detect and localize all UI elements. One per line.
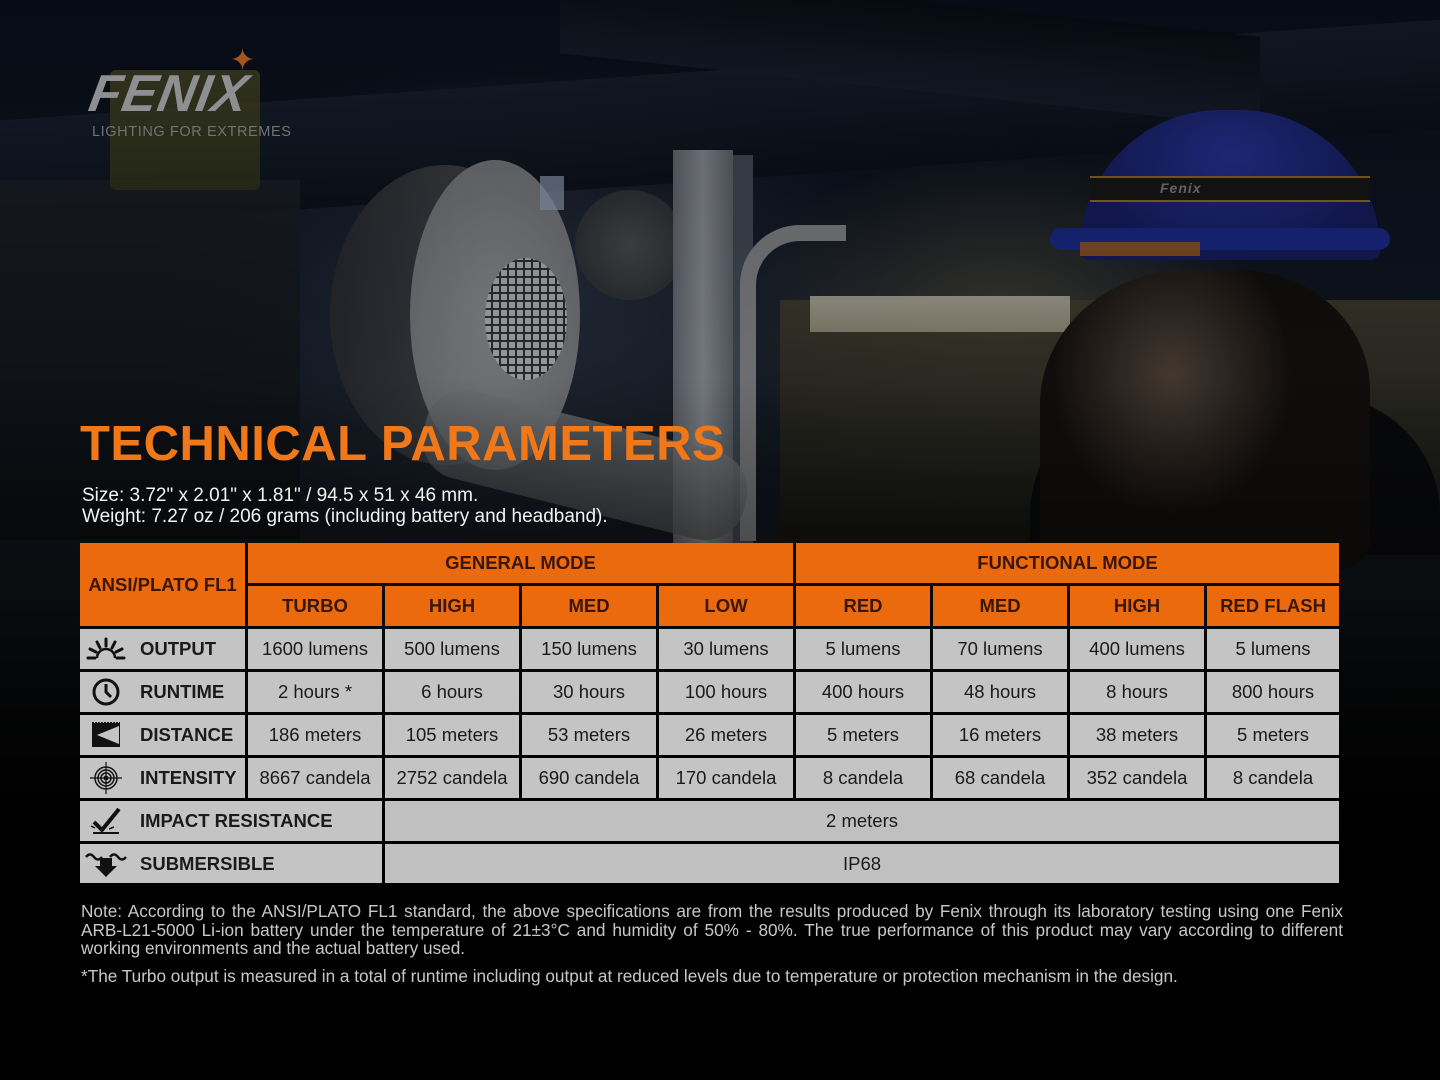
table-cell: 1600 lumens bbox=[248, 629, 382, 669]
mode-header: TURBO bbox=[248, 586, 382, 626]
row-label-text: DISTANCE bbox=[140, 724, 234, 745]
clock-icon bbox=[84, 675, 128, 709]
table-cell: 8667 candela bbox=[248, 758, 382, 798]
table-cell: 800 hours bbox=[1207, 672, 1339, 712]
table-cell: 8 candela bbox=[796, 758, 930, 798]
mode-header: RED FLASH bbox=[1207, 586, 1339, 626]
weight-spec: Weight: 7.27 oz / 206 grams (including b… bbox=[82, 506, 608, 527]
table-cell: 16 meters bbox=[933, 715, 1067, 755]
table-cell: 500 lumens bbox=[385, 629, 519, 669]
mode-header: LOW bbox=[659, 586, 793, 626]
mode-header: HIGH bbox=[1070, 586, 1204, 626]
logo-wordmark: FENIX bbox=[84, 65, 254, 123]
table-cell: 400 hours bbox=[796, 672, 930, 712]
span-cell: IP68 bbox=[385, 844, 1339, 883]
table-cell: 150 lumens bbox=[522, 629, 656, 669]
table-cell: 100 hours bbox=[659, 672, 793, 712]
span-cell: 2 meters bbox=[385, 801, 1339, 841]
table-cell: 5 lumens bbox=[796, 629, 930, 669]
table-cell: 6 hours bbox=[385, 672, 519, 712]
brand-logo: ✦ FENIX LIGHTING FOR EXTREMES bbox=[85, 46, 291, 141]
row-label-output: OUTPUT bbox=[80, 629, 245, 669]
beam-distance-icon bbox=[84, 718, 128, 752]
table-cell: 48 hours bbox=[933, 672, 1067, 712]
mode-header: HIGH bbox=[385, 586, 519, 626]
logo-tagline: LIGHTING FOR EXTREMES bbox=[92, 124, 292, 140]
table-cell: 30 lumens bbox=[659, 629, 793, 669]
submersible-arrow-icon bbox=[84, 847, 128, 881]
row-label-distance: DISTANCE bbox=[80, 715, 245, 755]
row-label-text: IMPACT RESISTANCE bbox=[140, 810, 333, 831]
table-cell: 30 hours bbox=[522, 672, 656, 712]
size-spec: Size: 3.72" x 2.01" x 1.81" / 94.5 x 51 … bbox=[82, 485, 479, 506]
table-cell: 2752 candela bbox=[385, 758, 519, 798]
table-cell: 5 meters bbox=[796, 715, 930, 755]
table-cell: 5 lumens bbox=[1207, 629, 1339, 669]
mode-header: MED bbox=[933, 586, 1067, 626]
row-label-text: SUBMERSIBLE bbox=[140, 852, 275, 874]
table-cell: 400 lumens bbox=[1070, 629, 1204, 669]
row-label-intensity: INTENSITY bbox=[80, 758, 245, 798]
target-icon bbox=[84, 761, 128, 795]
page-title: TECHNICAL PARAMETERS bbox=[80, 417, 726, 471]
mode-header: RED bbox=[796, 586, 930, 626]
table-cell: 70 lumens bbox=[933, 629, 1067, 669]
row-label-text: INTENSITY bbox=[140, 767, 237, 788]
mode-header: MED bbox=[522, 586, 656, 626]
table-cell: 105 meters bbox=[385, 715, 519, 755]
table-cell: 352 candela bbox=[1070, 758, 1204, 798]
table-cell: 68 candela bbox=[933, 758, 1067, 798]
row-label-text: OUTPUT bbox=[140, 638, 217, 659]
functional-mode-header: FUNCTIONAL MODE bbox=[796, 543, 1339, 583]
table-cell: 53 meters bbox=[522, 715, 656, 755]
table-cell: 186 meters bbox=[248, 715, 382, 755]
table-cell: 38 meters bbox=[1070, 715, 1204, 755]
table-cell: 26 meters bbox=[659, 715, 793, 755]
general-mode-header: GENERAL MODE bbox=[248, 543, 793, 583]
row-label-runtime: RUNTIME bbox=[80, 672, 245, 712]
row-label-submersible: SUBMERSIBLE bbox=[80, 844, 382, 883]
table-cell: 170 candela bbox=[659, 758, 793, 798]
table-cell: 8 hours bbox=[1070, 672, 1204, 712]
standard-note: Note: According to the ANSI/PLATO FL1 st… bbox=[81, 901, 1343, 959]
turbo-footnote: *The Turbo output is measured in a total… bbox=[81, 966, 1178, 986]
table-cell: 5 meters bbox=[1207, 715, 1339, 755]
table-cell: 690 candela bbox=[522, 758, 656, 798]
table-cell: 2 hours * bbox=[248, 672, 382, 712]
impact-check-icon bbox=[84, 804, 128, 838]
row-label-impact-resistance: IMPACT RESISTANCE bbox=[80, 801, 382, 841]
output-sunburst-icon bbox=[84, 632, 128, 666]
corner-header: ANSI/PLATO FL1 bbox=[80, 543, 245, 626]
row-label-text: RUNTIME bbox=[140, 681, 225, 702]
table-cell: 8 candela bbox=[1207, 758, 1339, 798]
